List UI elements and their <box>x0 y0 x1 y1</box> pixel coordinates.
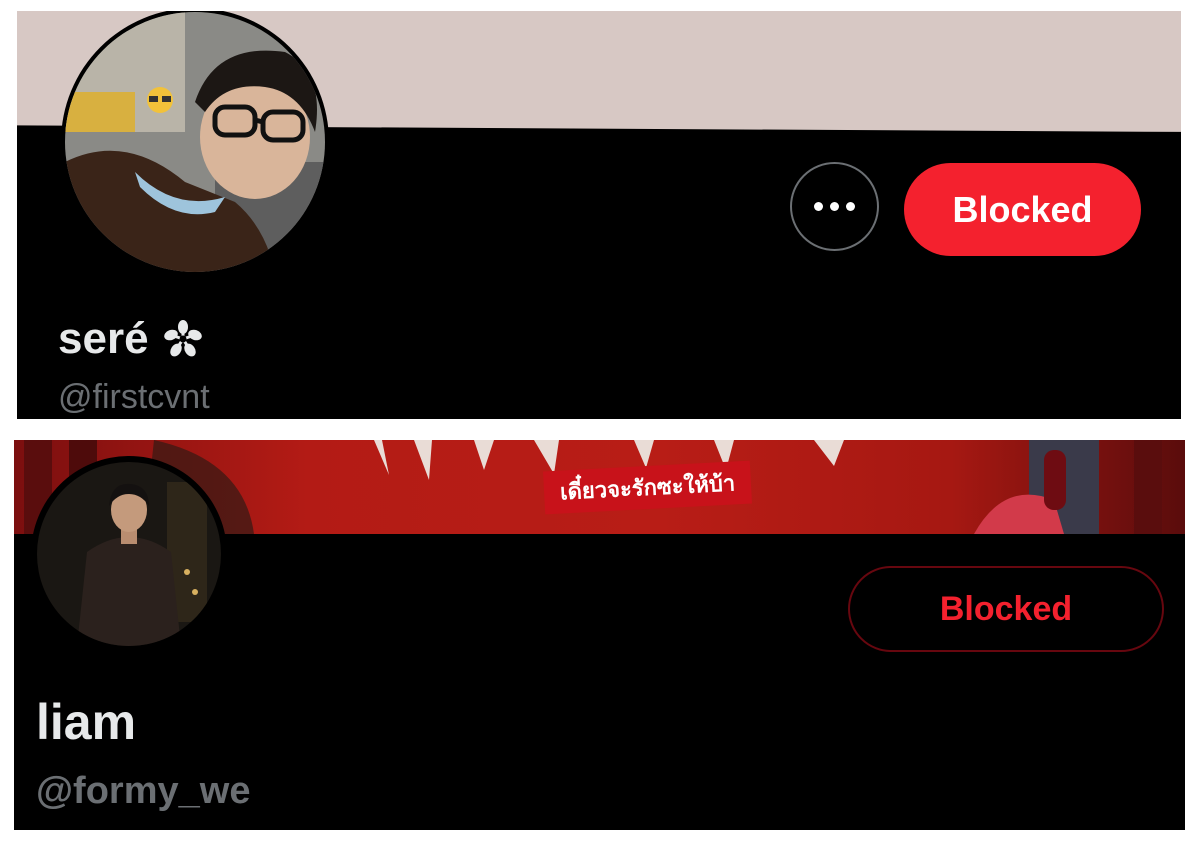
profile-header-1: Blocked seré @firstcvnt <box>17 11 1181 419</box>
handle: @firstcvnt <box>58 378 210 416</box>
cherry-blossom-icon <box>163 320 202 357</box>
more-options-button[interactable] <box>790 162 879 251</box>
display-name: seré <box>58 311 203 367</box>
avatar[interactable] <box>61 11 329 276</box>
profile-header-2: เดี๋ยวจะรักซะให้บ้า Blocked liam @formy_… <box>14 440 1185 830</box>
avatar[interactable] <box>31 456 227 652</box>
avatar-photo <box>37 462 221 646</box>
more-horizontal-icon <box>814 202 855 211</box>
avatar-photo <box>65 12 325 272</box>
blocked-button[interactable]: Blocked <box>848 566 1164 652</box>
handle: @formy_we <box>36 770 251 812</box>
display-name: liam <box>36 694 137 750</box>
display-name-text: seré <box>58 314 149 363</box>
blocked-button[interactable]: Blocked <box>904 163 1141 256</box>
